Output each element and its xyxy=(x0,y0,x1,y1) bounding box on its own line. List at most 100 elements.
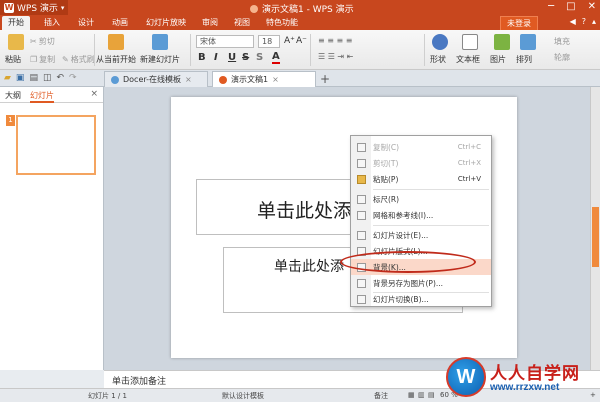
align-icons[interactable]: ≡ ≡ ≡ ≡ xyxy=(318,36,352,45)
bold-button[interactable]: B xyxy=(198,52,206,63)
back-icon[interactable]: ◀ xyxy=(570,17,576,26)
vertical-scrollbar[interactable] xyxy=(590,87,600,370)
arrange-icon[interactable] xyxy=(520,34,536,50)
save-icon[interactable]: ▣ xyxy=(16,73,25,83)
new-tab-button[interactable]: + xyxy=(320,72,330,86)
highlight-ellipse xyxy=(340,251,476,273)
copy-icon xyxy=(351,142,371,152)
window-title-text: 演示文稿1 - WPS 演示 xyxy=(262,5,354,15)
slide-thumbnail[interactable] xyxy=(16,115,96,175)
preview-icon[interactable]: ◫ xyxy=(43,73,52,83)
menu-item-label: 网格和参考线(I)... xyxy=(373,210,434,220)
slide-sorter-icon[interactable]: ▥ xyxy=(418,391,425,399)
site-watermark: W 人人自学网 www.rrzxw.net xyxy=(446,357,596,401)
menu-item-copy[interactable]: 复制(C) Ctrl+C xyxy=(351,139,491,155)
strikethrough-button[interactable]: S xyxy=(242,52,249,63)
font-size-select[interactable]: 18 xyxy=(258,35,280,48)
undo-icon[interactable]: ↶ xyxy=(56,73,64,83)
tab-outline[interactable]: 大纲 xyxy=(5,90,21,101)
play-from-current-icon[interactable] xyxy=(108,34,124,50)
tab-docer-templates[interactable]: Docer-在线模板 × xyxy=(104,71,208,87)
font-color-button[interactable]: A xyxy=(272,52,280,64)
tab-home[interactable]: 开始 xyxy=(2,16,30,30)
ribbon-separator xyxy=(424,34,425,66)
shadow-button[interactable]: S xyxy=(256,52,263,63)
shape-button[interactable]: 形状 xyxy=(430,54,446,65)
font-name-select[interactable]: 宋体 xyxy=(196,35,254,48)
app-menu-button[interactable]: W WPS 演示 ▾ xyxy=(0,0,68,15)
menu-item-label: 复制(C) xyxy=(373,142,400,152)
tab-slides[interactable]: 幻灯片 xyxy=(30,90,54,103)
window-title: 演示文稿1 - WPS 演示 xyxy=(250,2,354,15)
new-slide-button[interactable]: 新建幻灯片 xyxy=(140,54,180,65)
tab-review[interactable]: 审阅 xyxy=(196,16,224,30)
menu-item-ruler[interactable]: 标尺(R) xyxy=(351,191,491,207)
ribbon-separator xyxy=(190,34,191,66)
format-painter-button[interactable]: ✎ 格式刷 xyxy=(62,54,95,65)
window-controls: ─ □ ✕ xyxy=(548,1,596,12)
underline-button[interactable]: U xyxy=(228,52,236,63)
from-current-button[interactable]: 从当前开始 xyxy=(96,54,136,65)
italic-button[interactable]: I xyxy=(214,52,218,63)
help-icon[interactable]: ? xyxy=(582,17,586,26)
outline-button[interactable]: 轮廓 xyxy=(554,52,570,63)
menu-item-label: 幻灯片切换(B)... xyxy=(373,294,429,304)
tab-close-icon[interactable]: × xyxy=(272,75,279,84)
shape-icon[interactable] xyxy=(432,34,448,50)
picture-icon[interactable] xyxy=(494,34,510,50)
chevron-down-icon: ▾ xyxy=(60,3,65,12)
menu-item-cut[interactable]: 剪切(T) Ctrl+X xyxy=(351,155,491,171)
slides-pane: 大纲 幻灯片 × 1 xyxy=(0,87,104,370)
close-button[interactable]: ✕ xyxy=(588,1,596,12)
close-icon[interactable]: × xyxy=(90,89,98,99)
print-icon[interactable]: ▤ xyxy=(29,73,38,83)
open-folder-icon[interactable]: ▰ xyxy=(4,73,11,83)
tab-animation[interactable]: 动画 xyxy=(106,16,134,30)
login-button[interactable]: 未登录 xyxy=(500,16,538,31)
paste-icon[interactable] xyxy=(8,34,24,50)
textbox-icon[interactable] xyxy=(462,34,478,50)
reading-view-icon[interactable]: ▤ xyxy=(428,391,435,399)
scrollbar-thumb[interactable] xyxy=(592,207,599,267)
ribbon-separator xyxy=(310,34,311,66)
tab-insert[interactable]: 插入 xyxy=(38,16,66,30)
new-slide-icon[interactable] xyxy=(152,34,168,50)
redo-icon[interactable]: ↷ xyxy=(69,73,77,83)
watermark-url: www.rrzxw.net xyxy=(490,382,560,393)
save-image-icon xyxy=(351,278,371,288)
tab-features[interactable]: 特色功能 xyxy=(260,16,304,30)
fill-button[interactable]: 填充 xyxy=(554,36,570,47)
menu-item-grid-guides[interactable]: 网格和参考线(I)... xyxy=(351,207,491,223)
menu-item-slide-transition[interactable]: 幻灯片切换(B)... xyxy=(351,291,491,307)
tab-design[interactable]: 设计 xyxy=(72,16,100,30)
menu-item-save-background[interactable]: 背景另存为图片(P)... xyxy=(351,275,491,291)
collapse-ribbon-icon[interactable]: ▴ xyxy=(592,17,596,26)
copy-button[interactable]: ❐ 复制 xyxy=(30,54,55,65)
editing-area[interactable]: 单击此处添 单击此处添 xyxy=(104,87,590,370)
grow-font-button[interactable]: A⁺ xyxy=(284,36,295,46)
menu-item-slide-design[interactable]: 幻灯片设计(E)... xyxy=(351,227,491,243)
notes-toggle[interactable]: 备注 xyxy=(374,391,388,401)
menu-item-label: 标尺(R) xyxy=(373,194,400,204)
paragraph-icons[interactable]: ☰ ☰ ⇥ ⇤ xyxy=(318,52,353,61)
ruler-icon xyxy=(351,194,371,204)
tab-presentation1[interactable]: 演示文稿1 × xyxy=(212,71,316,87)
watermark-logo-icon: W xyxy=(446,357,486,397)
menu-item-paste[interactable]: 粘贴(P) Ctrl+V xyxy=(351,171,491,187)
maximize-button[interactable]: □ xyxy=(566,1,575,12)
picture-button[interactable]: 图片 xyxy=(490,54,506,65)
cut-label: 剪切 xyxy=(38,37,55,46)
app-name: WPS 演示 xyxy=(17,4,58,14)
cut-button[interactable]: ✂ 剪切 xyxy=(30,36,55,47)
tab-close-icon[interactable]: × xyxy=(185,75,192,84)
minimize-button[interactable]: ─ xyxy=(548,1,554,12)
arrange-button[interactable]: 排列 xyxy=(516,54,532,65)
paste-button[interactable]: 粘贴 xyxy=(5,54,21,65)
tab-view[interactable]: 视图 xyxy=(228,16,256,30)
pane-tabs: 大纲 幻灯片 × xyxy=(0,87,103,103)
shrink-font-button[interactable]: A⁻ xyxy=(296,36,307,46)
menu-item-shortcut: Ctrl+C xyxy=(457,143,481,151)
normal-view-icon[interactable]: ▦ xyxy=(408,391,415,399)
tab-slideshow[interactable]: 幻灯片放映 xyxy=(140,16,192,30)
textbox-button[interactable]: 文本框 xyxy=(456,54,480,65)
